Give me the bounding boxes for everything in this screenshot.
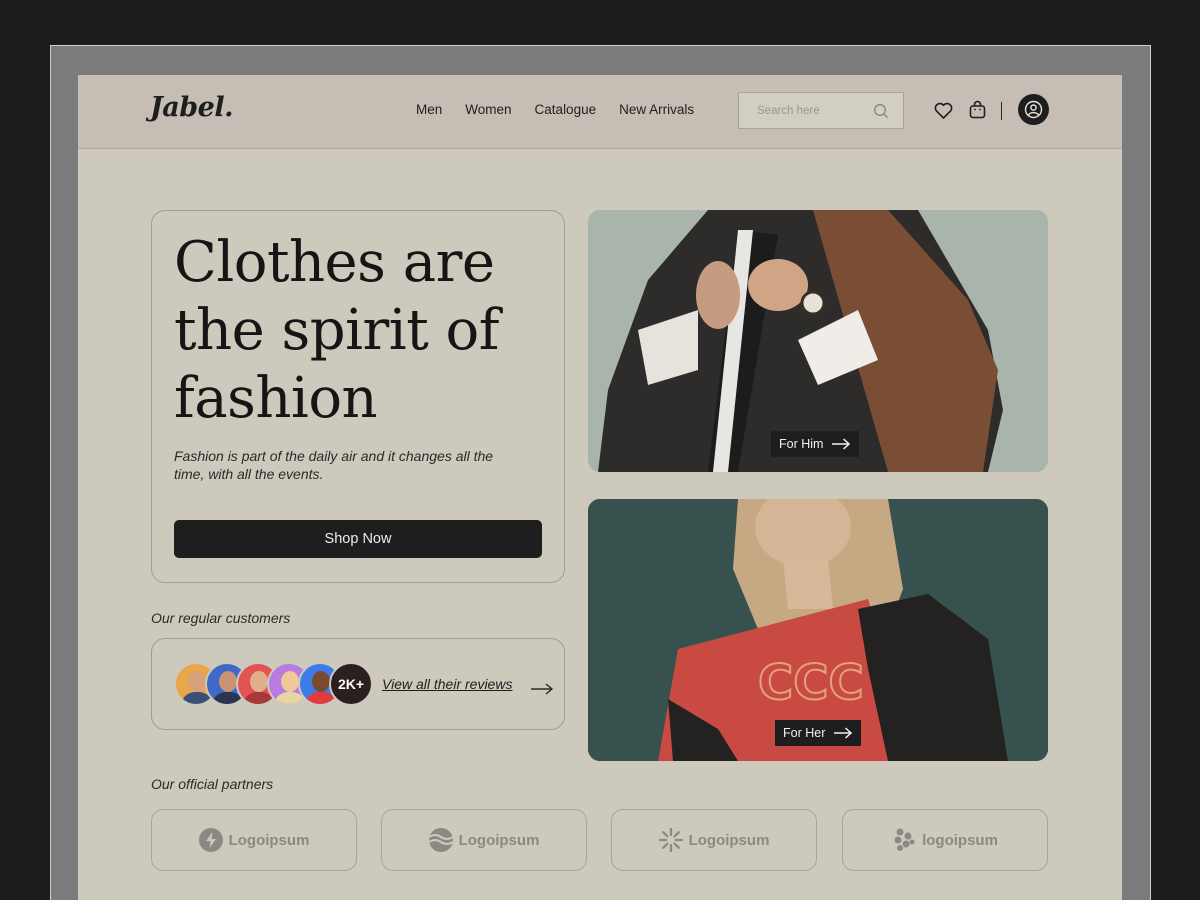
for-him-tag[interactable]: For Him bbox=[771, 431, 860, 457]
partner-card[interactable]: Logoipsum bbox=[611, 809, 817, 871]
search-input[interactable] bbox=[739, 93, 869, 128]
main-nav: Men Women Catalogue New Arrivals bbox=[416, 102, 694, 117]
search-icon[interactable] bbox=[873, 103, 889, 124]
user-icon bbox=[1024, 100, 1043, 119]
partner-name: Logoipsum bbox=[458, 831, 540, 849]
hero-title: Clothes are the spirit of fashion bbox=[174, 230, 499, 431]
nav-item-catalogue[interactable]: Catalogue bbox=[535, 102, 597, 117]
sunburst-icon bbox=[658, 828, 683, 852]
arrow-right-icon[interactable] bbox=[530, 682, 554, 700]
header-divider bbox=[1001, 102, 1002, 120]
account-button[interactable] bbox=[1018, 94, 1049, 125]
hero-subtitle: Fashion is part of the daily air and it … bbox=[174, 448, 494, 482]
customer-count-badge: 2K+ bbox=[329, 662, 373, 706]
wave-globe-icon bbox=[428, 828, 453, 852]
bolt-icon bbox=[198, 828, 223, 852]
nav-item-women[interactable]: Women bbox=[465, 102, 511, 117]
for-her-tag[interactable]: For Her bbox=[775, 720, 862, 746]
partner-name: Logoipsum bbox=[688, 831, 770, 849]
nav-item-new-arrivals[interactable]: New Arrivals bbox=[619, 102, 694, 117]
partners-label: Our official partners bbox=[151, 776, 274, 792]
for-her-label: For Her bbox=[783, 726, 826, 740]
dots-cluster-icon bbox=[894, 828, 915, 851]
for-him-label: For Him bbox=[779, 437, 824, 451]
partner-card[interactable]: logoipsum bbox=[842, 809, 1048, 871]
brand-logo[interactable]: Jabel. bbox=[150, 92, 233, 123]
arrow-right-icon bbox=[834, 727, 853, 739]
webpage: Jabel. Men Women Catalogue New Arrivals … bbox=[78, 75, 1122, 900]
partners-row: Logoipsum Logoipsum Logoipsum logoipsum bbox=[151, 809, 1049, 871]
partner-card[interactable]: Logoipsum bbox=[151, 809, 357, 871]
search-box bbox=[738, 92, 904, 129]
for-her-card[interactable]: CCC For Her bbox=[588, 499, 1048, 761]
for-him-card[interactable]: For Him bbox=[588, 210, 1048, 472]
view-reviews-link[interactable]: View all their reviews bbox=[382, 676, 512, 692]
arrow-right-icon bbox=[832, 438, 851, 450]
shop-now-button[interactable]: Shop Now bbox=[174, 520, 542, 558]
hero-card: Clothes are the spirit of fashion Fashio… bbox=[151, 210, 565, 583]
partner-name: Logoipsum bbox=[228, 831, 310, 849]
customers-label: Our regular customers bbox=[151, 610, 291, 626]
site-header: Jabel. Men Women Catalogue New Arrivals bbox=[78, 75, 1122, 149]
partner-card[interactable]: Logoipsum bbox=[381, 809, 587, 871]
nav-item-men[interactable]: Men bbox=[416, 102, 442, 117]
partner-name: logoipsum bbox=[922, 831, 998, 849]
customers-card: 2K+ View all their reviews bbox=[151, 638, 565, 730]
svg-text:CCC: CCC bbox=[758, 655, 864, 711]
customer-avatars: 2K+ bbox=[174, 662, 374, 706]
shopping-bag-icon[interactable] bbox=[969, 100, 986, 124]
heart-icon[interactable] bbox=[934, 102, 953, 125]
